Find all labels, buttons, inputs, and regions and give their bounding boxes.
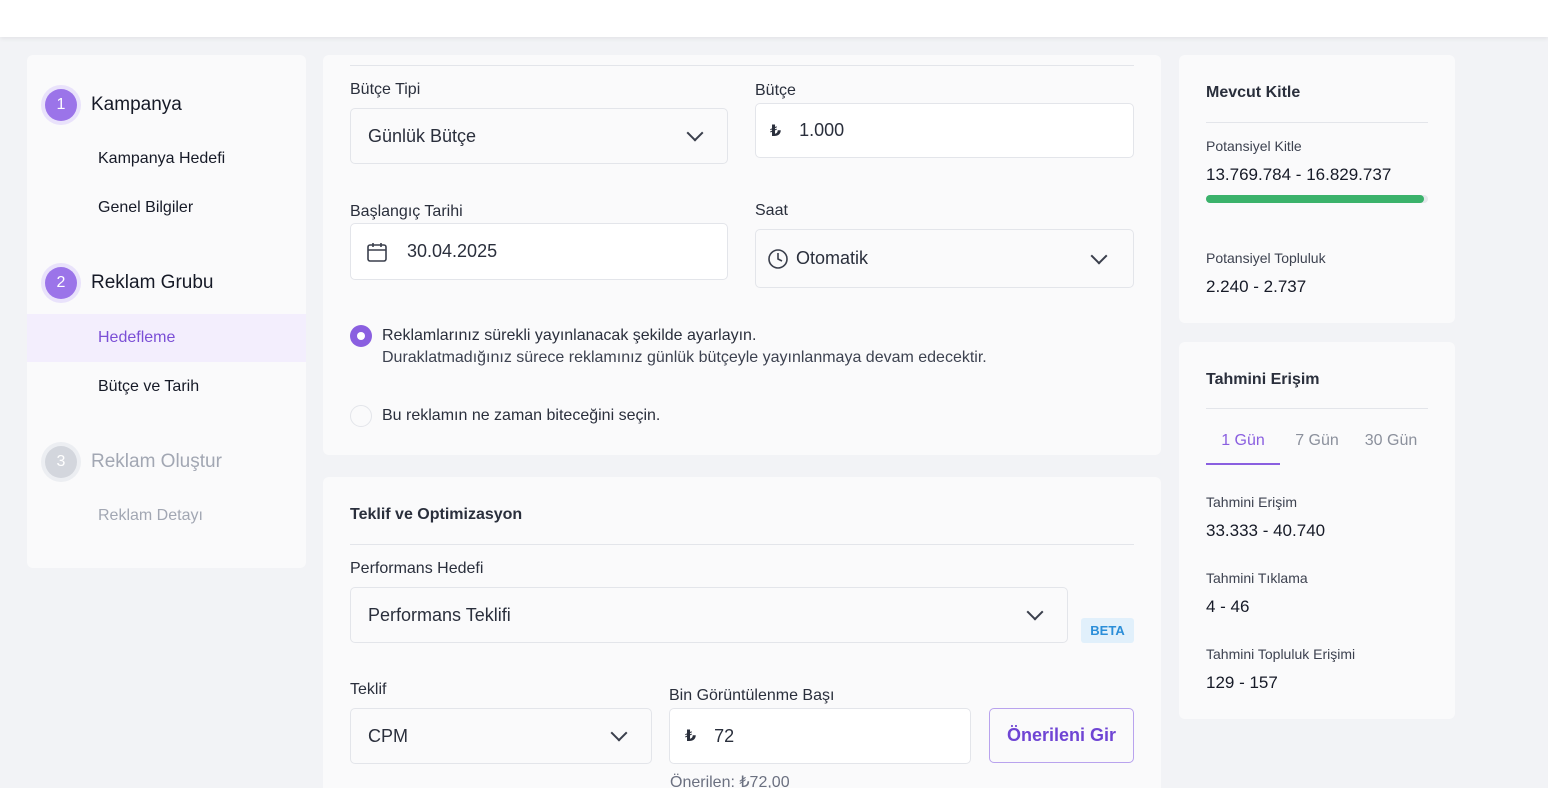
- performance-goal-select[interactable]: Performans Teklifi: [350, 587, 1068, 643]
- estimated-community-value: 129 - 157: [1206, 673, 1278, 692]
- beta-badge: BETA: [1081, 618, 1134, 643]
- chevron-down-icon: [1090, 247, 1108, 264]
- continuous-option-title: Reklamlarınız sürekli yayınlanacak şekil…: [382, 327, 757, 344]
- cpm-input[interactable]: ₺ 72: [669, 708, 971, 764]
- calendar-icon: [367, 242, 387, 262]
- divider: [350, 65, 1134, 66]
- estimated-clicks-label: Tahmini Tıklama: [1206, 570, 1308, 586]
- potential-audience-value: 13.769.784 - 16.829.737: [1206, 165, 1392, 184]
- tab-7-gun[interactable]: 7 Gün: [1280, 432, 1354, 450]
- divider: [1206, 122, 1428, 123]
- sidebar-item-hedefleme[interactable]: Hedefleme: [27, 314, 306, 362]
- bid-type-value: CPM: [368, 725, 408, 746]
- step-number-badge: 2: [41, 263, 81, 303]
- audience-progress-bar: [1206, 195, 1428, 203]
- start-date-label: Başlangıç Tarihi: [350, 203, 463, 220]
- start-date-value: 30.04.2025: [407, 241, 498, 261]
- continuous-option-description: Duraklatmadığınız sürece reklamınız günl…: [382, 349, 987, 366]
- end-date-radio[interactable]: [350, 405, 372, 427]
- step-title: Reklam Grubu: [91, 272, 214, 293]
- start-date-input[interactable]: 30.04.2025: [350, 223, 728, 280]
- cpm-value: 72: [714, 725, 735, 746]
- lira-currency-icon: ₺: [770, 122, 782, 140]
- chevron-down-icon: [610, 724, 628, 742]
- chevron-down-icon: [686, 124, 704, 142]
- step-reklam-grubu[interactable]: 2 Reklam Grubu: [41, 263, 214, 303]
- sidebar-item-kampanya-hedefi[interactable]: Kampanya Hedefi: [27, 135, 306, 183]
- potential-community-label: Potansiyel Topluluk: [1206, 250, 1326, 266]
- top-bar: [0, 0, 1548, 37]
- estimated-reach-title: Tahmini Erişim: [1206, 371, 1320, 388]
- bid-label: Teklif: [350, 681, 387, 698]
- tab-1-gun[interactable]: 1 Gün: [1206, 432, 1280, 450]
- clock-icon: [768, 248, 788, 269]
- bidding-title: Teklif ve Optimizasyon: [350, 506, 523, 523]
- steps-sidebar: 1 Kampanya Kampanya Hedefi Genel Bilgile…: [27, 55, 306, 568]
- performance-goal-label: Performans Hedefi: [350, 560, 484, 577]
- time-label: Saat: [755, 202, 788, 219]
- brand-logo-icon: [718, 0, 766, 6]
- audience-title: Mevcut Kitle: [1206, 84, 1301, 101]
- time-select[interactable]: Otomatik: [755, 229, 1134, 288]
- active-tab-underline: [1206, 463, 1280, 465]
- sidebar-item-butce-ve-tarih[interactable]: Bütçe ve Tarih: [27, 363, 306, 411]
- step-kampanya[interactable]: 1 Kampanya: [41, 85, 182, 125]
- estimated-reach-value: 33.333 - 40.740: [1206, 521, 1326, 540]
- performance-goal-value: Performans Teklifi: [368, 604, 511, 625]
- divider: [350, 544, 1134, 545]
- time-value: Otomatik: [796, 248, 869, 268]
- estimated-clicks-value: 4 - 46: [1206, 597, 1250, 616]
- budget-type-select[interactable]: Günlük Bütçe: [350, 108, 728, 164]
- divider: [1206, 408, 1428, 409]
- suggested-bid-text: Önerilen: ₺72,00: [670, 774, 790, 788]
- continuous-radio[interactable]: [350, 325, 372, 347]
- step-title: Kampanya: [91, 94, 182, 115]
- estimated-community-label: Tahmini Topluluk Erişimi: [1206, 646, 1356, 662]
- sidebar-item-genel-bilgiler[interactable]: Genel Bilgiler: [27, 184, 306, 232]
- estimated-reach-label: Tahmini Erişim: [1206, 494, 1298, 510]
- budget-amount-input[interactable]: ₺ 1.000: [755, 103, 1134, 158]
- apply-suggested-button[interactable]: Önerileni Gir: [989, 708, 1134, 763]
- estimated-reach-panel: Tahmini Erişim 1 Gün 7 Gün 30 Gün Tahmin…: [1179, 342, 1455, 719]
- audience-panel: Mevcut Kitle Potansiyel Kitle 13.769.784…: [1179, 55, 1455, 323]
- step-number-badge: 3: [41, 442, 81, 482]
- audience-progress-fill: [1206, 195, 1424, 203]
- potential-community-value: 2.240 - 2.737: [1206, 277, 1307, 296]
- lira-currency-icon: ₺: [685, 728, 697, 745]
- step-number-badge: 1: [41, 85, 81, 125]
- bid-type-select[interactable]: CPM: [350, 708, 652, 764]
- potential-audience-label: Potansiyel Kitle: [1206, 138, 1302, 154]
- tab-30-gun[interactable]: 30 Gün: [1354, 432, 1428, 450]
- end-date-option-title: Bu reklamın ne zaman biteceğini seçin.: [382, 407, 661, 424]
- sidebar-item-reklam-detayi[interactable]: Reklam Detayı: [27, 492, 306, 540]
- cpm-label: Bin Görüntülenme Başı: [669, 687, 835, 704]
- budget-type-label: Bütçe Tipi: [350, 81, 421, 98]
- chevron-down-icon: [1026, 603, 1044, 621]
- budget-type-value: Günlük Bütçe: [368, 125, 477, 146]
- step-title: Reklam Oluştur: [91, 451, 222, 472]
- budget-amount-label: Bütçe: [755, 82, 796, 99]
- step-reklam-olustur[interactable]: 3 Reklam Oluştur: [41, 442, 222, 482]
- budget-amount-value: 1.000: [799, 120, 845, 140]
